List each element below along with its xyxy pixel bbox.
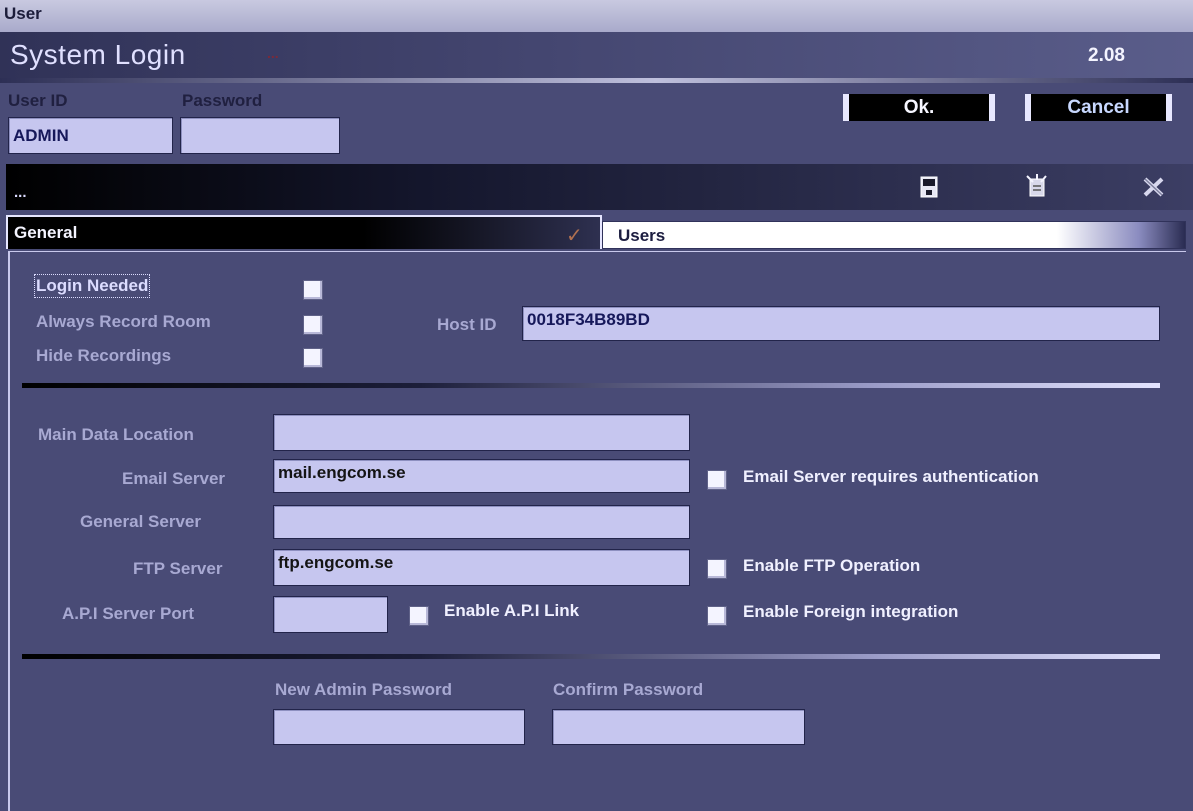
ok-button[interactable]: Ok.	[843, 94, 995, 121]
tab-users-label: Users	[618, 226, 666, 245]
enable-api-link-label: Enable A.P.I Link	[444, 601, 580, 620]
confirm-password-field[interactable]	[552, 709, 805, 745]
cancel-button-label: Cancel	[1067, 97, 1130, 118]
general-server-field[interactable]	[273, 505, 690, 539]
enable-ftp-checkbox[interactable]	[707, 559, 727, 579]
main-data-location-label: Main Data Location	[38, 425, 194, 444]
login-needed-checkbox[interactable]	[303, 280, 323, 300]
general-server-label: General Server	[80, 512, 201, 531]
toolbar-status: ...	[14, 184, 27, 201]
api-server-port-label: A.P.I Server Port	[62, 604, 194, 623]
email-server-label: Email Server	[122, 469, 226, 488]
api-server-port-field[interactable]	[273, 596, 388, 633]
enable-api-link-checkbox[interactable]	[409, 606, 429, 626]
email-server-field[interactable]: mail.engcom.se	[273, 459, 690, 493]
hide-recordings-checkbox[interactable]	[303, 348, 323, 368]
cancel-button[interactable]: Cancel	[1025, 94, 1172, 121]
app-header: System Login ... 2.08	[0, 32, 1193, 80]
tab-general[interactable]: General ✓	[6, 215, 602, 249]
page-title: System Login	[10, 39, 186, 70]
ftp-server-field[interactable]: ftp.engcom.se	[273, 549, 690, 586]
enable-foreign-integration-checkbox[interactable]	[707, 606, 727, 626]
new-document-icon[interactable]	[1024, 173, 1050, 204]
tab-general-label: General	[14, 223, 78, 242]
section-divider-2	[22, 654, 1160, 659]
always-record-room-checkbox[interactable]	[303, 315, 323, 335]
login-needed-label: Login Needed	[33, 274, 151, 298]
password-field[interactable]	[180, 117, 340, 154]
ok-button-label: Ok.	[903, 97, 935, 118]
enable-ftp-label: Enable FTP Operation	[743, 556, 921, 575]
tab-users[interactable]: Users	[602, 221, 1186, 249]
header-indicator: ...	[267, 45, 279, 61]
tab-strip: General ✓ Users	[6, 215, 1186, 251]
check-icon: ✓	[566, 225, 583, 247]
new-admin-password-label: New Admin Password	[275, 680, 452, 699]
email-auth-checkbox[interactable]	[707, 470, 727, 490]
close-icon[interactable]	[1142, 176, 1166, 203]
enable-foreign-integration-label: Enable Foreign integration	[743, 602, 959, 621]
hide-recordings-label: Hide Recordings	[36, 346, 172, 365]
window-titlebar: User	[0, 0, 1193, 34]
always-record-room-label: Always Record Room	[36, 312, 211, 331]
new-admin-password-field[interactable]	[273, 709, 525, 745]
confirm-password-label: Confirm Password	[553, 680, 704, 699]
user-id-field[interactable]: ADMIN	[8, 117, 173, 154]
host-id-field[interactable]: 0018F34B89BD	[522, 306, 1160, 341]
email-auth-label: Email Server requires authentication	[743, 467, 1039, 486]
main-data-location-field[interactable]	[273, 414, 690, 451]
ftp-server-label: FTP Server	[133, 559, 223, 578]
section-divider	[22, 383, 1160, 388]
password-label: Password	[182, 91, 263, 110]
host-id-label: Host ID	[437, 315, 497, 334]
user-id-label: User ID	[8, 91, 68, 110]
version-label: 2.08	[1088, 45, 1125, 66]
header-divider	[0, 78, 1193, 83]
save-icon[interactable]	[920, 176, 938, 203]
toolbar: ...	[6, 164, 1193, 210]
window-title: User	[4, 4, 42, 23]
